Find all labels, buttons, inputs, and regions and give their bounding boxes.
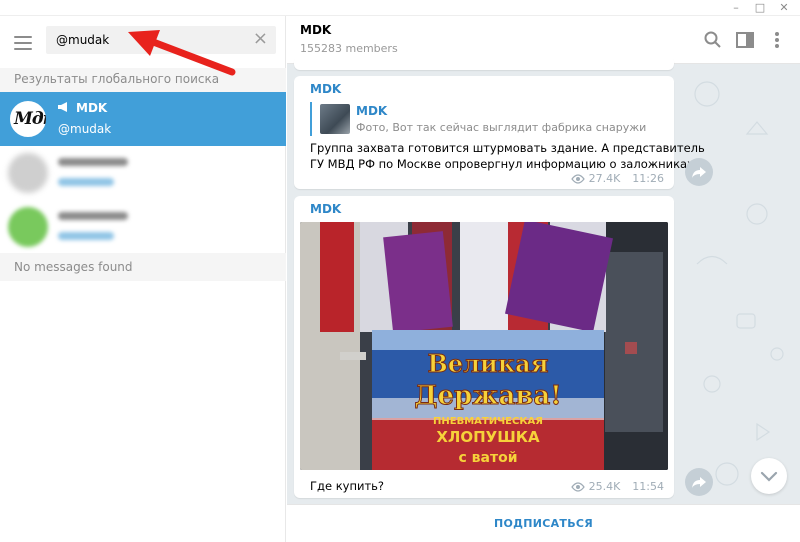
chat-title[interactable]: MDK (300, 23, 331, 37)
result-username: @mudak (58, 122, 112, 136)
photo-title-line1: Великая (428, 349, 549, 378)
blurred-username (58, 232, 114, 240)
minimize-button[interactable]: – (726, 1, 746, 15)
views-count: 25.4K (588, 480, 621, 493)
subscribe-bar: ПОДПИСАТЬСЯ (287, 504, 800, 542)
share-arrow-icon (692, 167, 706, 178)
sidebar: @mudak × Результаты глобального поиска М… (0, 16, 286, 542)
photo-subtitle-line4: ХЛОПУШКА (436, 428, 540, 446)
message-author[interactable]: MDK (310, 82, 341, 96)
channel-megaphone-icon (58, 102, 70, 115)
result-name: MDK (76, 101, 108, 115)
share-arrow-icon (692, 477, 706, 488)
message-time: 11:54 (632, 480, 664, 493)
photo-image: Великая Держава! ПНЕВМАТИЧЕСКАЯ ХЛОПУШКА… (300, 222, 668, 470)
red-arrow-annotation (128, 30, 236, 76)
clear-search-icon[interactable]: × (253, 30, 268, 48)
maximize-button[interactable]: □ (750, 1, 770, 15)
message-meta: 27.4K 11:26 (570, 172, 664, 185)
message-time: 11:26 (632, 172, 664, 185)
share-button[interactable] (685, 158, 713, 186)
share-button[interactable] (685, 468, 713, 496)
views-eye-icon (570, 481, 585, 492)
chat-panel: MDK 155283 members MDK MDK Фото, Вот так… (287, 16, 800, 542)
message-bubble[interactable]: MDK MDK Фото, Вот так сейчас выглядит фа… (294, 76, 705, 189)
window-titlebar: – □ ✕ (0, 0, 800, 16)
search-icon[interactable] (703, 30, 723, 50)
close-button[interactable]: ✕ (774, 1, 794, 15)
search-result-blurred[interactable] (0, 146, 286, 200)
search-result-mdk[interactable]: Мдк MDK @mudak (0, 92, 286, 146)
message-meta: 25.4K 11:54 (570, 480, 664, 493)
window-controls: – □ ✕ (726, 1, 794, 15)
views-eye-icon (570, 173, 585, 184)
message-author[interactable]: MDK (310, 202, 341, 216)
more-options-icon[interactable] (767, 30, 787, 50)
photo-subtitle-line3: ПНЕВМАТИЧЕСКАЯ (433, 416, 543, 427)
members-count: 155283 members (300, 42, 398, 55)
blurred-name (58, 158, 128, 166)
reply-thumbnail (320, 104, 350, 134)
reply-preview[interactable]: MDK Фото, Вот так сейчас выглядит фабрик… (310, 102, 650, 136)
message-bubble[interactable]: MDK Великая Держава! ПНЕВМАТИЧЕСКАЯ ХЛОП… (294, 196, 674, 498)
reply-author: MDK (356, 104, 388, 118)
message-bubble-partial (294, 56, 674, 70)
mdk-logo: Мдк (14, 109, 46, 129)
avatar (8, 153, 48, 193)
message-text: ГУ МВД РФ по Москве опровергнул информац… (310, 157, 694, 171)
hamburger-menu-icon[interactable] (14, 36, 32, 50)
avatar (8, 207, 48, 247)
subscribe-button[interactable]: ПОДПИСАТЬСЯ (287, 505, 800, 542)
message-text: Группа захвата готовится штурмовать здан… (310, 141, 705, 155)
no-messages-label: No messages found (0, 253, 286, 281)
search-result-blurred[interactable] (0, 200, 286, 254)
photo-subtitle-line5: с ватой (458, 450, 517, 466)
views-count: 27.4K (588, 172, 621, 185)
scroll-to-bottom-button[interactable] (751, 458, 787, 494)
sidebar-toggle-icon[interactable] (735, 30, 755, 50)
message-text: Где купить? (310, 479, 385, 493)
avatar: Мдк (8, 99, 48, 139)
photo-title-line2: Держава! (414, 381, 561, 411)
blurred-name (58, 212, 128, 220)
message-photo[interactable]: Великая Держава! ПНЕВМАТИЧЕСКАЯ ХЛОПУШКА… (300, 222, 668, 470)
chevron-down-icon (760, 471, 778, 482)
search-input-value[interactable]: @mudak (56, 33, 109, 47)
blurred-username (58, 178, 114, 186)
reply-text: Фото, Вот так сейчас выглядит фабрика сн… (356, 121, 647, 134)
